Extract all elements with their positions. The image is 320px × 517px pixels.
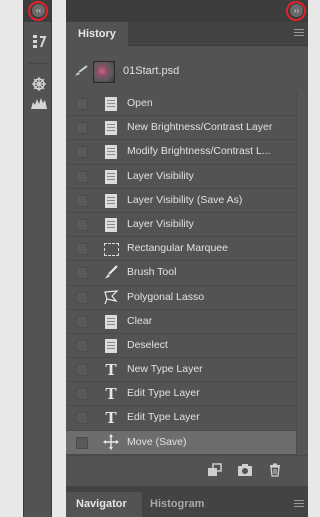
history-source-checkbox[interactable] [76, 122, 88, 135]
history-source-checkbox[interactable] [76, 267, 88, 280]
history-state-row[interactable]: T Edit Type Layer [66, 382, 296, 407]
tab-navigator[interactable]: Navigator [66, 492, 142, 517]
panel-menu-icon[interactable] [294, 29, 304, 38]
history-source-checkbox[interactable] [76, 388, 88, 401]
snapshot-label: 01Start.psd [123, 65, 180, 77]
history-state-row[interactable]: T Edit Type Layer [66, 406, 296, 431]
history-footer [66, 455, 308, 486]
tab-history[interactable]: History [66, 22, 128, 46]
history-state-label: Open [127, 97, 153, 109]
history-source-checkbox[interactable] [76, 339, 88, 352]
type-tool-icon: T [105, 360, 117, 380]
history-state-label: Modify Brightness/Contrast L... [127, 145, 271, 158]
history-brush-source-icon[interactable] [74, 65, 88, 80]
history-state-label: Layer Visibility (Save As) [127, 193, 243, 206]
history-source-checkbox[interactable] [76, 170, 88, 183]
history-source-checkbox[interactable] [76, 436, 88, 449]
navigator-panel-menu-icon[interactable] [294, 500, 304, 509]
history-state-row[interactable]: T New Type Layer [66, 358, 296, 383]
history-panel-icon[interactable] [24, 34, 53, 54]
move-tool-icon [102, 433, 120, 452]
document-icon [102, 168, 120, 186]
history-state-row[interactable]: Layer Visibility [66, 213, 296, 238]
document-icon [102, 313, 120, 331]
history-state-label: Clear [127, 314, 153, 327]
collapsed-panel-strip: ‹‹ [23, 0, 52, 517]
navigator-tab-bar: Navigator Histogram [66, 492, 308, 517]
history-state-label: Polygonal Lasso [127, 290, 205, 303]
trash-icon[interactable] [266, 463, 284, 480]
history-scrollbar[interactable] [296, 92, 308, 455]
document-icon [102, 216, 120, 234]
history-state-row[interactable]: Clear [66, 310, 296, 334]
history-state-label: Layer Visibility [127, 169, 194, 182]
tab-histogram[interactable]: Histogram [150, 492, 204, 517]
history-state-label: Brush Tool [127, 266, 177, 279]
history-source-checkbox[interactable] [76, 98, 88, 110]
history-source-checkbox[interactable] [76, 243, 88, 256]
history-source-checkbox[interactable] [76, 194, 88, 207]
polygonal-lasso-icon [102, 289, 120, 307]
history-state-row[interactable]: Brush Tool [66, 261, 296, 286]
history-state-label: Layer Visibility [127, 217, 194, 230]
history-source-checkbox[interactable] [76, 291, 88, 304]
camera-snapshot-icon[interactable] [236, 463, 254, 480]
document-icon [102, 95, 120, 113]
document-icon [102, 192, 120, 210]
history-snapshot[interactable]: 01Start.psd [66, 56, 308, 88]
new-document-from-state-icon[interactable] [206, 463, 224, 480]
document-icon [102, 337, 120, 355]
history-panel: ›› History 01Start.psd Open New Brightnes… [66, 0, 308, 517]
history-state-label: Rectangular Marquee [127, 242, 228, 255]
history-state-row[interactable]: Layer Visibility (Save As) [66, 189, 296, 213]
history-source-checkbox[interactable] [76, 364, 88, 377]
type-tool-icon: T [105, 384, 117, 404]
snapshot-thumbnail [93, 61, 115, 83]
color-wheel-icon[interactable] [24, 76, 53, 96]
history-state-row[interactable]: Deselect [66, 334, 296, 359]
history-state-label: New Type Layer [127, 363, 203, 376]
history-state-label: Move (Save) [127, 435, 187, 448]
history-state-label: Deselect [127, 338, 168, 351]
history-source-checkbox[interactable] [76, 218, 88, 231]
document-icon [102, 143, 120, 161]
history-source-checkbox[interactable] [76, 315, 88, 328]
history-state-row[interactable]: Modify Brightness/Contrast L... [66, 140, 296, 165]
history-source-checkbox[interactable] [76, 146, 88, 159]
history-state-row[interactable]: Move (Save) [66, 430, 296, 455]
brush-tool-icon [102, 264, 120, 282]
panel-tab-bar: History [66, 22, 308, 46]
history-state-label: New Brightness/Contrast Layer [127, 121, 273, 134]
strip-top-bar: ‹‹ [24, 0, 51, 22]
history-state-label: Edit Type Layer [127, 411, 200, 424]
strip-divider [29, 63, 48, 64]
expand-panels-button[interactable]: ‹‹ [32, 4, 45, 17]
panel-top-bar: ›› [66, 0, 308, 22]
history-state-row[interactable]: Polygonal Lasso [66, 286, 296, 310]
histogram-icon[interactable] [24, 96, 53, 114]
history-state-row[interactable]: New Brightness/Contrast Layer [66, 116, 296, 141]
history-source-checkbox[interactable] [76, 412, 88, 425]
collapse-panels-button[interactable]: ›› [290, 4, 303, 17]
rectangular-marquee-icon [102, 240, 120, 258]
history-list: Open New Brightness/Contrast Layer Modify … [66, 92, 296, 455]
document-icon [102, 119, 120, 137]
history-state-row[interactable]: Open [66, 92, 296, 117]
history-state-label: Edit Type Layer [127, 387, 200, 400]
type-tool-icon: T [105, 408, 117, 428]
history-state-row[interactable]: Rectangular Marquee [66, 237, 296, 262]
history-state-row[interactable]: Layer Visibility [66, 165, 296, 189]
